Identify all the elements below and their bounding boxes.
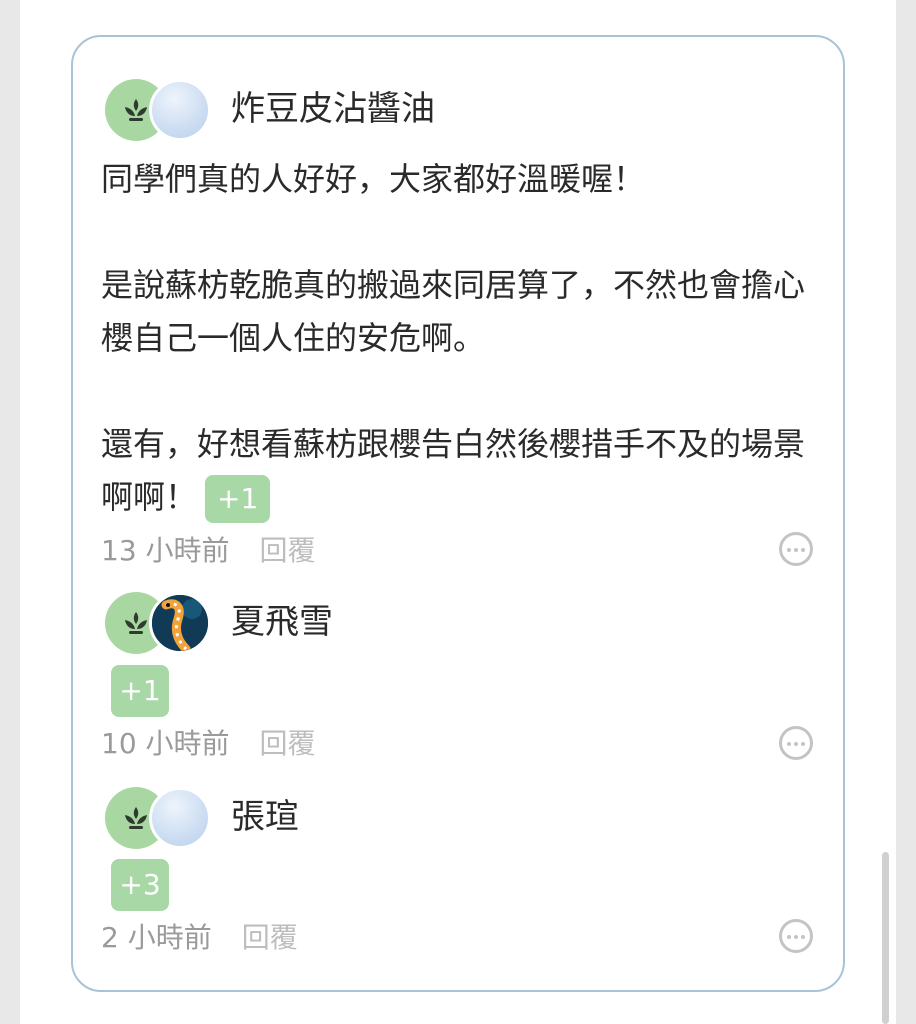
reaction-badge[interactable]: +1 (205, 475, 271, 523)
comment-meta: 10 小時前 回覆 (101, 726, 316, 762)
more-options-icon[interactable] (779, 532, 813, 566)
avatar-group[interactable] (105, 79, 213, 141)
comment-meta: 2 小時前 回覆 (101, 920, 298, 956)
reaction-badge[interactable]: +1 (111, 665, 169, 717)
reply-link[interactable]: 回覆 (260, 534, 316, 567)
avatar-group[interactable] (105, 787, 213, 849)
reply-link[interactable]: 回覆 (260, 727, 316, 760)
sprout-icon (125, 807, 147, 829)
reaction-badge[interactable]: +3 (111, 859, 169, 911)
sprout-icon (125, 99, 147, 121)
reply-link[interactable]: 回覆 (242, 921, 298, 954)
timestamp: 13 小時前 (101, 534, 230, 567)
avatar-group[interactable] (105, 592, 213, 654)
user-avatar (149, 592, 211, 654)
timestamp: 10 小時前 (101, 727, 230, 760)
comment-card: 炸豆皮沾醬油 同學們真的人好好，大家都好溫暖喔！ 是說蘇枋乾脆真的搬過來同居算了… (71, 35, 845, 992)
more-options-icon[interactable] (779, 919, 813, 953)
user-avatar (149, 79, 211, 141)
timestamp: 2 小時前 (101, 921, 212, 954)
eel-icon (152, 595, 208, 651)
user-avatar (149, 787, 211, 849)
comment-body: 同學們真的人好好，大家都好溫暖喔！ 是說蘇枋乾脆真的搬過來同居算了，不然也會擔心… (101, 153, 821, 524)
comment-meta: 13 小時前 回覆 (101, 533, 316, 569)
commenter-name[interactable]: 張瑄 (231, 795, 299, 839)
comment-paragraph: 是說蘇枋乾脆真的搬過來同居算了，不然也會擔心櫻自己一個人住的安危啊。 (101, 266, 806, 357)
commenter-name[interactable]: 炸豆皮沾醬油 (231, 87, 435, 131)
commenter-name[interactable]: 夏飛雪 (231, 600, 333, 644)
more-options-icon[interactable] (779, 726, 813, 760)
sprout-icon (125, 612, 147, 634)
comment-paragraph: 同學們真的人好好，大家都好溫暖喔！ (101, 160, 646, 198)
comment-paragraph: 還有，好想看蘇枋跟櫻告白然後櫻措手不及的場景啊啊！ +1 (101, 418, 821, 524)
scrollbar[interactable] (882, 852, 889, 1024)
